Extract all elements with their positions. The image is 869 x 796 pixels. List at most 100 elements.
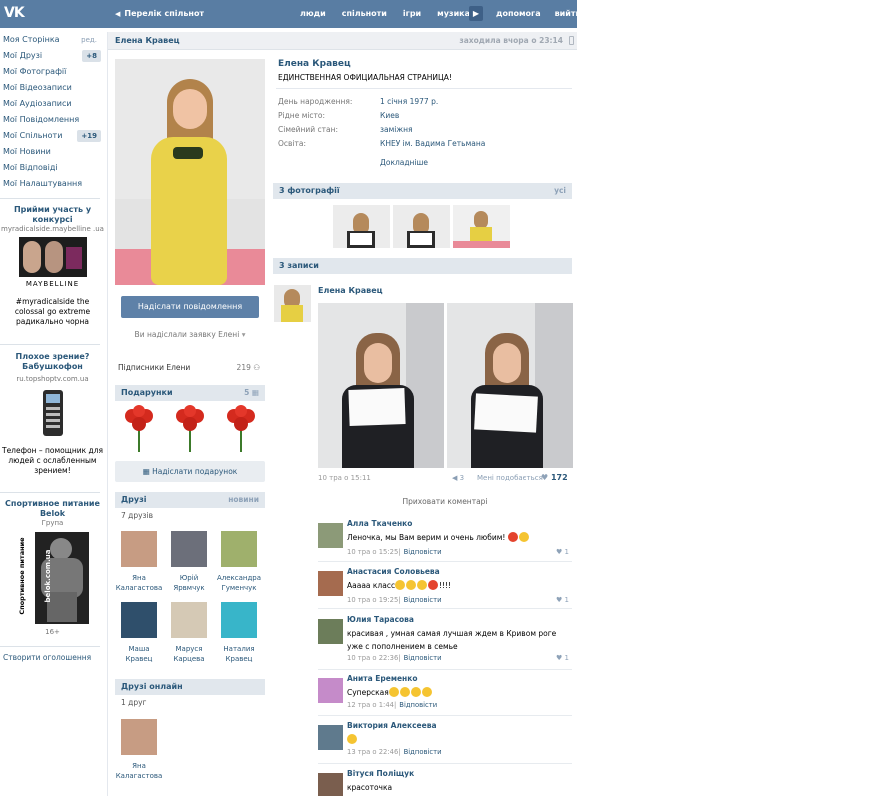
gifts-header[interactable]: Подарунки 5 ▦ <box>115 385 265 401</box>
comment-time[interactable]: 13 тра о 22:46 <box>347 748 398 756</box>
menu-my-replies[interactable]: Мої Відповіді <box>0 160 105 176</box>
commenter-avatar[interactable] <box>318 571 343 596</box>
gift-flowers[interactable] <box>120 404 158 454</box>
subscribers-link[interactable]: Підписники Елени 219 ⚇ <box>118 363 260 372</box>
friend-avatar[interactable] <box>221 602 257 638</box>
ad-title[interactable]: Плохое зрение? Бабушкофон <box>0 352 105 372</box>
menu-my-videos[interactable]: Мої Відеозаписи <box>0 80 105 96</box>
like-button[interactable]: ♥ 172 <box>541 473 568 482</box>
more-info-link[interactable]: Докладніше <box>380 158 428 167</box>
friend-avatar[interactable] <box>171 531 207 567</box>
commenter-name[interactable]: Вітуся Поліщук <box>347 769 414 778</box>
ad-image[interactable] <box>18 237 87 277</box>
comment-time[interactable]: 12 тра о 1:44 <box>347 701 394 709</box>
commenter-avatar[interactable] <box>318 523 343 548</box>
friend-avatar[interactable] <box>121 531 157 567</box>
friends-news-link[interactable]: новини <box>228 492 259 508</box>
info-hometown[interactable]: Киев <box>380 111 399 120</box>
edit-link[interactable]: ред. <box>81 32 97 48</box>
photos-header[interactable]: 3 фотографії усі <box>273 183 572 199</box>
reply-link[interactable]: Відповісти <box>404 596 442 604</box>
nav-people[interactable]: люди <box>300 9 326 18</box>
menu-my-news[interactable]: Мої Новини <box>0 144 105 160</box>
gift-flowers[interactable] <box>171 404 209 454</box>
friend-online-card[interactable]: Яна Калагастова <box>113 719 165 781</box>
post-photo[interactable] <box>447 303 573 468</box>
nav-communities[interactable]: спільноти <box>342 9 387 18</box>
comment-time[interactable]: 10 тра о 15:25 <box>347 548 398 556</box>
friend-avatar[interactable] <box>121 719 157 755</box>
commenter-name[interactable]: Юлия Тарасова <box>347 615 414 624</box>
comment-like[interactable]: ♥ 1 <box>556 654 569 662</box>
menu-my-page[interactable]: Моя Сторінка ред. <box>0 32 105 48</box>
ad-phone[interactable]: Плохое зрение? Бабушкофон ru.topshoptv.c… <box>0 352 105 476</box>
breadcrumb[interactable]: ◀ Перелік спільнот <box>115 9 204 18</box>
friend-card[interactable]: Маруся Карцева <box>163 602 215 664</box>
commenter-name[interactable]: Алла Ткаченко <box>347 519 412 528</box>
nav-logout[interactable]: вийти <box>555 9 582 18</box>
photo-thumb[interactable] <box>393 205 450 248</box>
menu-my-settings[interactable]: Мої Налаштування <box>0 176 105 192</box>
repost-button[interactable]: ◀ 3 <box>452 474 464 482</box>
reply-link[interactable]: Відповісти <box>404 748 442 756</box>
commenter-avatar[interactable] <box>318 725 343 750</box>
commenter-avatar[interactable] <box>318 678 343 703</box>
post-author-avatar[interactable] <box>274 285 311 322</box>
ad-title[interactable]: Спортивное питание Belok <box>0 499 105 519</box>
ad-image[interactable]: Спортивное питание belok.com.ua <box>13 532 93 624</box>
phone-image[interactable] <box>39 390 67 438</box>
friend-card[interactable]: Маша Кравец <box>113 602 165 664</box>
friend-avatar[interactable] <box>121 602 157 638</box>
friend-card[interactable]: Юрій Ярвмчук <box>163 531 215 593</box>
post-time[interactable]: 10 тра о 15:11 <box>318 474 371 482</box>
menu-my-audio[interactable]: Мої Аудіозаписи <box>0 96 105 112</box>
friends-header[interactable]: Друзі новини <box>115 492 265 508</box>
send-gift-button[interactable]: ▦ Надіслати подарунок <box>115 461 265 482</box>
comment-like[interactable]: ♥ 1 <box>556 596 569 604</box>
nav-help[interactable]: допомога <box>496 9 541 18</box>
friend-card[interactable]: Яна Калагастова <box>113 531 165 593</box>
reply-link[interactable]: Відповісти <box>404 654 442 662</box>
friends-online-header[interactable]: Друзі онлайн <box>115 679 265 695</box>
hide-comments-link[interactable]: Приховати коментарі <box>318 497 572 506</box>
wall-header[interactable]: 3 записи <box>273 258 572 274</box>
menu-my-photos[interactable]: Мої Фотографії <box>0 64 105 80</box>
commenter-avatar[interactable] <box>318 773 343 796</box>
commenter-name[interactable]: Анастасия Соловьева <box>347 567 440 576</box>
play-icon[interactable]: ▶ <box>469 6 483 21</box>
commenter-name[interactable]: Виктория Алексеева <box>347 721 437 730</box>
commenter-name[interactable]: Анита Еременко <box>347 674 417 683</box>
comment-time[interactable]: 10 тра о 19:25 <box>347 596 398 604</box>
post-photo[interactable] <box>318 303 444 468</box>
photo-thumb[interactable] <box>333 205 390 248</box>
reply-link[interactable]: Відповісти <box>399 701 437 709</box>
menu-my-friends[interactable]: Мої Друзі +8 <box>0 48 105 64</box>
friend-avatar[interactable] <box>171 602 207 638</box>
post-author[interactable]: Елена Кравец <box>318 286 383 295</box>
comment-like[interactable]: ♥ 1 <box>556 548 569 556</box>
friend-avatar[interactable] <box>221 531 257 567</box>
nav-games[interactable]: ігри <box>403 9 421 18</box>
menu-my-communities[interactable]: Мої Спільноти +19 <box>0 128 105 144</box>
photos-all-link[interactable]: усі <box>554 183 566 199</box>
info-education[interactable]: КНЕУ ім. Вадима Гетьмана <box>380 139 485 148</box>
gift-flowers[interactable] <box>222 404 260 454</box>
friend-card[interactable]: Александра Гуменчук <box>213 531 265 593</box>
vk-logo[interactable]: VK <box>4 5 34 23</box>
friend-card[interactable]: Наталия Кравец <box>213 602 265 664</box>
info-birthday[interactable]: 1 січня 1977 р. <box>380 97 438 106</box>
menu-my-messages[interactable]: Мої Повідомлення <box>0 112 105 128</box>
ad-maybelline[interactable]: Прийми участь у конкурсі myradicalside.m… <box>0 205 105 327</box>
commenter-avatar[interactable] <box>318 619 343 644</box>
create-ad-link[interactable]: Створити оголошення <box>3 653 91 662</box>
ad-belok[interactable]: Спортивное питание Belok Група Спортивно… <box>0 499 105 637</box>
ad-title[interactable]: Прийми участь у конкурсі <box>0 205 105 225</box>
info-relationship[interactable]: заміжня <box>380 125 413 134</box>
nav-music[interactable]: музика <box>437 9 470 18</box>
friend-request-status[interactable]: Ви надіслали заявку Елені ▾ <box>115 330 265 339</box>
comment-time[interactable]: 10 тра о 22:36 <box>347 654 398 662</box>
photo-thumb[interactable] <box>453 205 510 248</box>
profile-photo[interactable] <box>115 59 265 285</box>
reply-link[interactable]: Відповісти <box>404 548 442 556</box>
send-message-button[interactable]: Надіслати повідомлення <box>121 296 259 318</box>
